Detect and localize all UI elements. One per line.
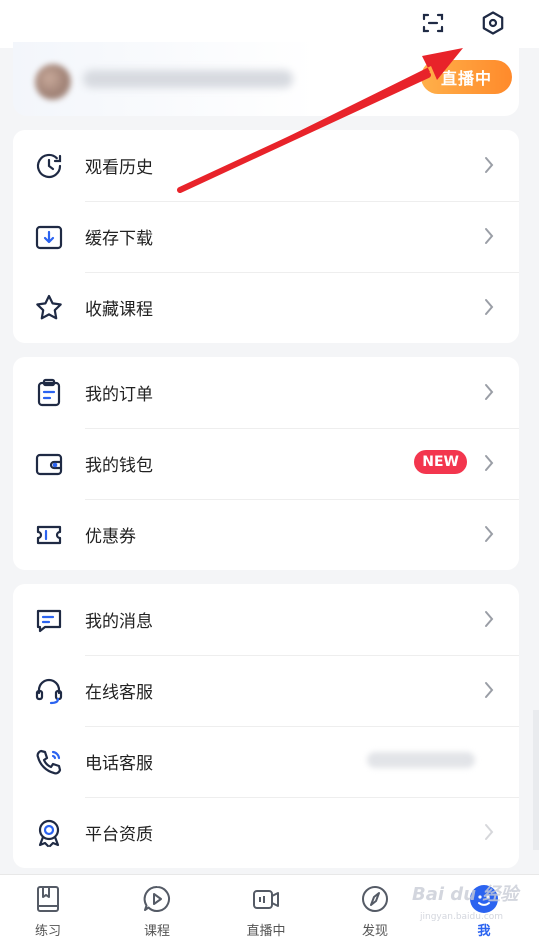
tab-practice[interactable]: 练习	[8, 875, 88, 937]
download-box-icon	[33, 221, 65, 253]
menu-item-label: 观看历史	[85, 158, 153, 178]
compass-icon	[359, 883, 391, 915]
book-icon	[32, 883, 64, 915]
menu-item-coupons[interactable]: 优惠券	[13, 499, 519, 570]
clipboard-icon	[33, 377, 65, 409]
menu-item-label: 优惠券	[85, 527, 136, 547]
baidu-watermark: Bai du 经验	[412, 884, 519, 905]
baidu-watermark-url: jingyan.baidu.com	[420, 912, 504, 922]
phone-icon	[33, 746, 65, 778]
menu-item-phone-support[interactable]: 电话客服	[13, 726, 519, 797]
badge-ribbon-icon	[33, 817, 65, 849]
chevron-right-icon	[483, 226, 495, 246]
star-icon	[33, 292, 65, 324]
top-bar	[0, 0, 539, 48]
live-profile-strip[interactable]: 直播中	[13, 42, 519, 116]
tab-label: 发现	[361, 924, 388, 937]
message-icon	[33, 604, 65, 636]
menu-card-media: 观看历史 缓存下载 收藏课程	[13, 130, 519, 343]
chevron-right-icon	[483, 524, 495, 544]
menu-item-platform-qualification[interactable]: 平台资质	[13, 797, 519, 868]
wallet-icon	[33, 448, 65, 480]
tab-label: 直播中	[246, 924, 286, 937]
new-badge: NEW	[414, 450, 467, 474]
tab-courses[interactable]: 课程	[117, 875, 197, 937]
tab-label: 我	[477, 924, 491, 937]
scrollbar[interactable]	[533, 710, 539, 850]
menu-card-account: 我的订单 我的钱包 NEW 优惠券	[13, 357, 519, 570]
ticket-icon	[33, 519, 65, 551]
scan-icon[interactable]	[418, 8, 448, 38]
live-camera-icon	[250, 883, 282, 915]
blurred-profile-info	[83, 70, 293, 88]
clock-history-icon	[33, 150, 65, 182]
tab-live[interactable]: 直播中	[226, 875, 306, 937]
menu-item-label: 在线客服	[85, 683, 153, 703]
menu-item-label: 我的钱包	[85, 456, 153, 476]
menu-item-label: 缓存下载	[85, 229, 153, 249]
menu-item-watch-history[interactable]: 观看历史	[13, 130, 519, 201]
menu-item-label: 我的订单	[85, 385, 153, 405]
menu-item-my-wallet[interactable]: 我的钱包 NEW	[13, 428, 519, 499]
tab-label: 课程	[143, 924, 170, 937]
menu-item-download-cache[interactable]: 缓存下载	[13, 201, 519, 272]
menu-item-label: 电话客服	[85, 754, 153, 774]
menu-item-online-support[interactable]: 在线客服	[13, 655, 519, 726]
menu-item-label: 我的消息	[85, 612, 153, 632]
headset-icon	[33, 675, 65, 707]
menu-item-label: 收藏课程	[85, 300, 153, 320]
menu-item-favorite-courses[interactable]: 收藏课程	[13, 272, 519, 343]
chevron-right-icon	[483, 822, 495, 842]
chevron-right-icon	[483, 382, 495, 402]
blurred-phone-number	[367, 752, 475, 768]
menu-item-label: 平台资质	[85, 825, 153, 845]
play-chat-icon	[141, 883, 173, 915]
chevron-right-icon	[483, 453, 495, 473]
chevron-right-icon	[483, 155, 495, 175]
chevron-right-icon	[483, 297, 495, 317]
tab-discover[interactable]: 发现	[335, 875, 415, 937]
tab-label: 练习	[34, 924, 61, 937]
menu-card-support: 我的消息 在线客服 电话客服 平台资质	[13, 584, 519, 868]
avatar	[35, 64, 71, 100]
chevron-right-icon	[483, 609, 495, 629]
menu-item-my-messages[interactable]: 我的消息	[13, 584, 519, 655]
menu-item-my-orders[interactable]: 我的订单	[13, 357, 519, 428]
chevron-right-icon	[483, 680, 495, 700]
live-now-button[interactable]: 直播中	[421, 60, 512, 94]
settings-icon[interactable]	[478, 8, 508, 38]
